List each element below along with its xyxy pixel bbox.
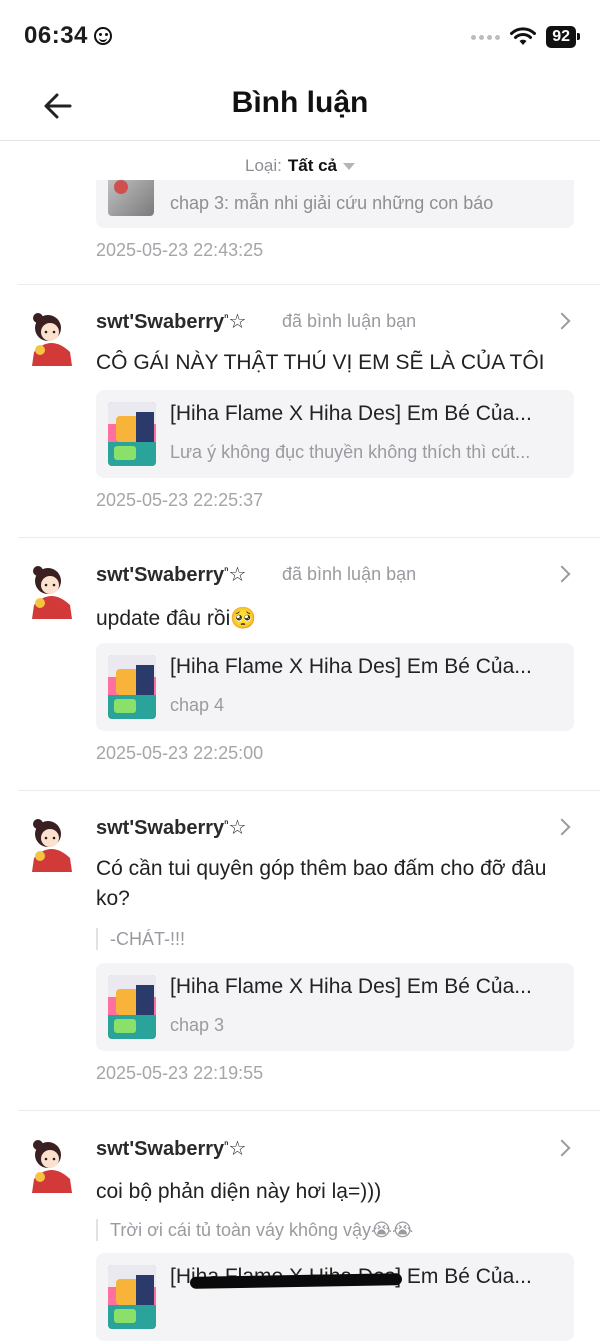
- chevron-right-icon[interactable]: [553, 565, 571, 583]
- chevron-right-icon[interactable]: [553, 1139, 571, 1157]
- user-avatar[interactable]: [26, 1139, 76, 1195]
- wifi-icon: [510, 27, 537, 45]
- comment-timestamp: 2025-05-23 22:25:00: [96, 743, 264, 763]
- clock-text: 06:34: [24, 22, 88, 49]
- divider: [18, 284, 600, 285]
- story-title: [Hiha Flame X Hiha Des] Em Bé Của...: [170, 402, 532, 425]
- story-cover-image: [108, 402, 156, 466]
- story-card[interactable]: [Hiha Flame X Hiha Des] Em Bé Của... Lưa…: [96, 390, 574, 478]
- chevron-right-icon[interactable]: [553, 818, 571, 836]
- battery-indicator: 92: [546, 26, 580, 48]
- action-text: đã bình luận bạn: [282, 311, 417, 331]
- focus-mode-icon: [93, 27, 112, 45]
- quoted-text: -CHÁT-!!!: [96, 928, 185, 950]
- action-text: đã bình luận bạn: [282, 564, 417, 584]
- cellular-signal-icon: [471, 34, 501, 40]
- story-cover-image: [108, 655, 156, 719]
- status-indicators: 92: [471, 26, 580, 48]
- navigation-bar: Bình luận: [0, 72, 600, 141]
- user-avatar[interactable]: [26, 565, 76, 621]
- page-title: Bình luận: [231, 86, 369, 119]
- story-chapter: chap 4: [170, 695, 225, 715]
- filter-dropdown[interactable]: Loại: Tất cả: [0, 156, 600, 176]
- divider: [18, 1110, 600, 1111]
- story-title: [Hiha Flame X Hiha Des] Em Bé Của...: [170, 975, 532, 998]
- username[interactable]: swt'Swaberryⁿ☆: [96, 815, 246, 840]
- caret-down-icon: [343, 163, 355, 171]
- filter-value: Tất cả: [287, 156, 337, 175]
- divider: [18, 790, 600, 791]
- comment-timestamp: 2025-05-23 22:19:55: [96, 1063, 264, 1083]
- comment-text: Có cần tui quyên góp thêm bao đấm cho đỡ…: [96, 857, 547, 910]
- user-avatar[interactable]: [26, 312, 76, 368]
- status-bar: 06:34 92: [0, 0, 600, 72]
- story-card[interactable]: [Hiha Flame X Hiha Des] Em Bé Của... cha…: [96, 963, 574, 1051]
- comment-text: coi bộ phản diện này hơi lạ=))): [96, 1180, 382, 1203]
- username[interactable]: swt'Swaberryⁿ☆: [96, 309, 246, 334]
- comment-text: update đâu rồi🥺: [96, 607, 257, 630]
- story-card[interactable]: [Hiha Flame X Hiha Des] Em Bé Của... cha…: [96, 643, 574, 731]
- username[interactable]: swt'Swaberryⁿ☆: [96, 1136, 246, 1161]
- user-avatar[interactable]: [26, 818, 76, 874]
- username[interactable]: swt'Swaberryⁿ☆: [96, 562, 246, 587]
- story-chapter: chap 3: [170, 1015, 225, 1035]
- quoted-text: Trời ơi cái tủ toàn váy không vậy😭😭: [96, 1219, 413, 1241]
- comment-timestamp: 2025-05-23 22:25:37: [96, 490, 264, 510]
- story-card[interactable]: chap 3: mẫn nhi giải cứu những con báo: [96, 180, 574, 228]
- story-title: [Hiha Flame X Hiha Des] Em Bé Của...: [170, 655, 532, 678]
- chevron-right-icon[interactable]: [553, 312, 571, 330]
- story-card[interactable]: [Hiha Flame X Hiha Des] Em Bé Của...: [96, 1253, 574, 1341]
- filter-label: Loại:: [244, 156, 282, 175]
- status-time: 06:34: [24, 22, 112, 50]
- story-cover-image: [108, 975, 156, 1039]
- story-cover-image: [108, 180, 154, 216]
- story-cover-image: [108, 1265, 156, 1329]
- comment-text: CÔ GÁI NÀY THẬT THÚ VỊ EM SẼ LÀ CỦA TÔI: [96, 351, 545, 374]
- divider: [18, 537, 600, 538]
- comment-timestamp: 2025-05-23 22:43:25: [96, 240, 264, 260]
- story-chapter: chap 3: mẫn nhi giải cứu những con báo: [170, 193, 494, 213]
- story-chapter: Lưa ý không đục thuyền không thích thì c…: [170, 442, 531, 462]
